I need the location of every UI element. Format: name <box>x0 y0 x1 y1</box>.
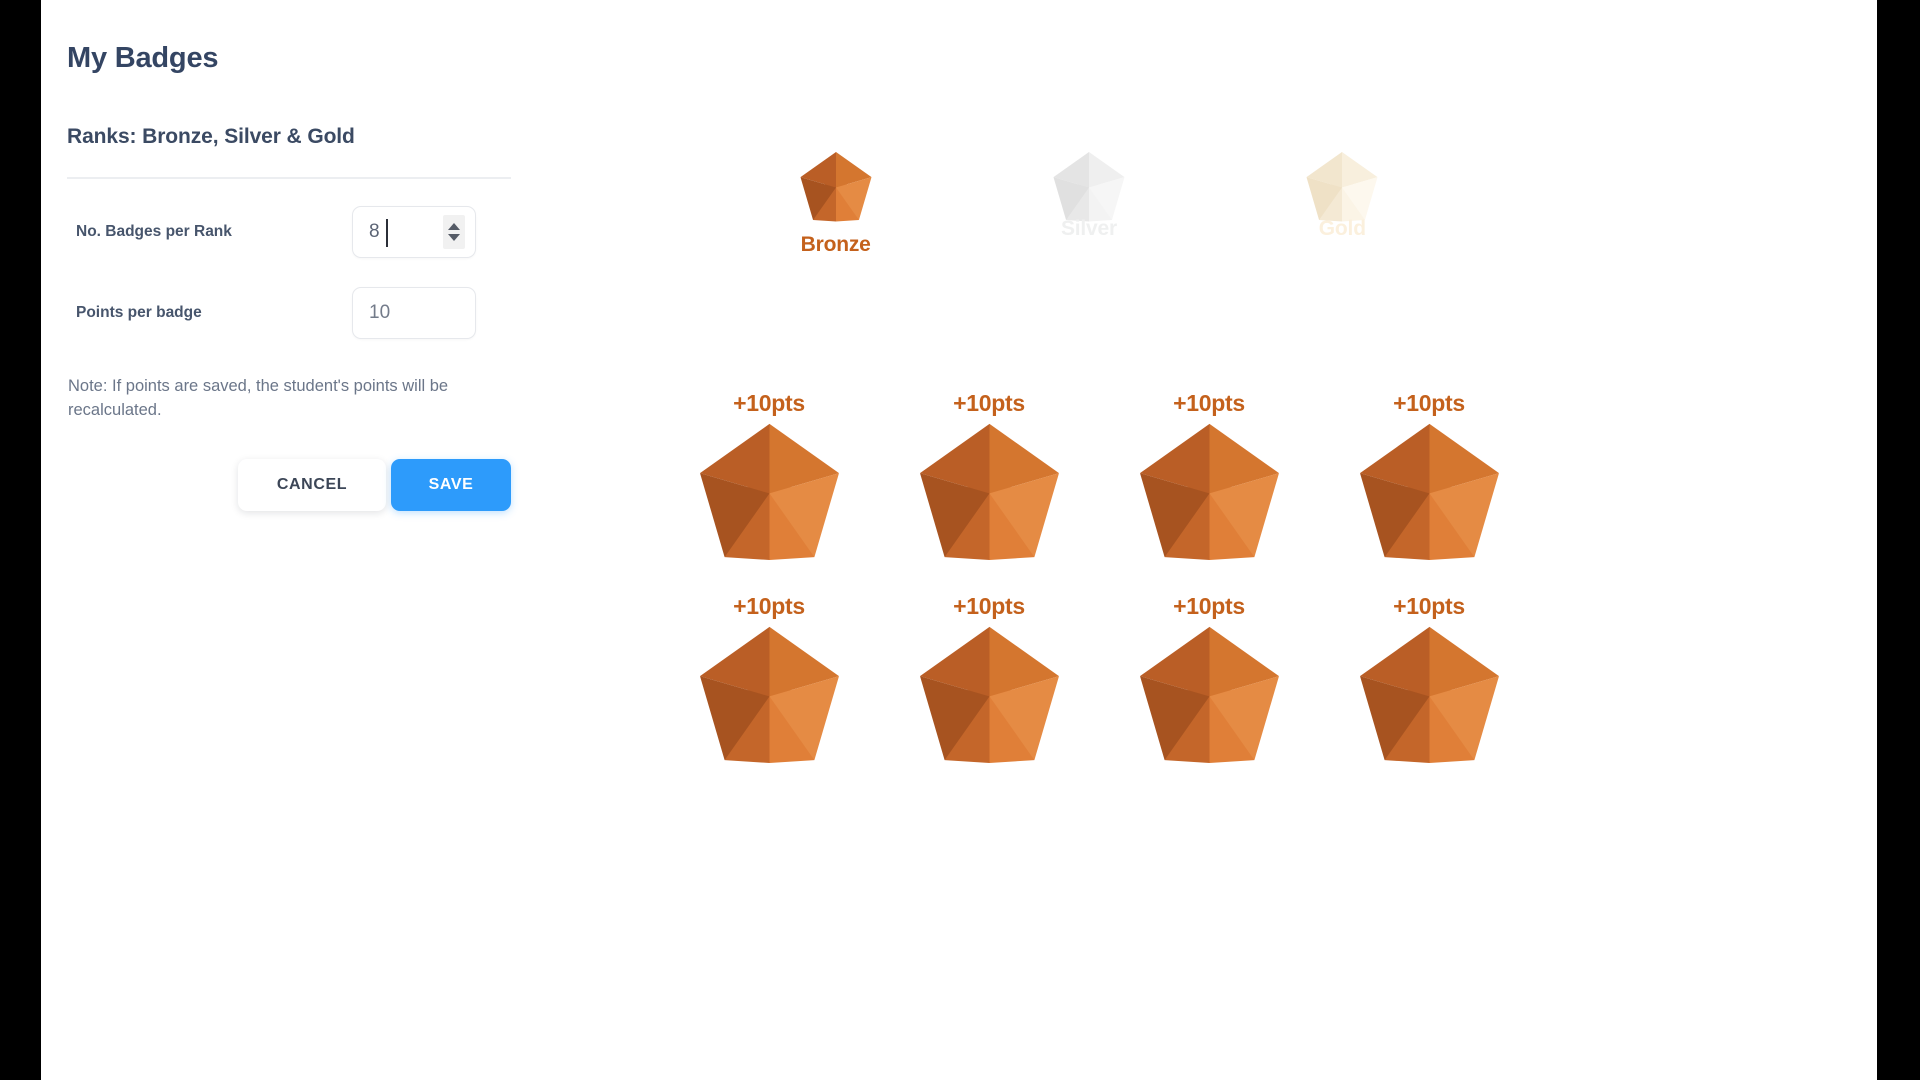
stepper-down-icon[interactable] <box>448 234 460 241</box>
ranks-row: Bronze Silver Gold <box>709 150 1469 257</box>
badge-item[interactable]: +10pts <box>1319 593 1539 763</box>
rank-item-bronze[interactable]: Bronze <box>709 150 962 257</box>
text-cursor <box>386 219 388 247</box>
rank-star-wrap-gold <box>1305 150 1379 222</box>
page-title: My Badges <box>67 42 219 74</box>
badge-points-label: +10pts <box>953 593 1025 619</box>
star-icon <box>699 626 839 763</box>
rank-label-bronze: Bronze <box>800 233 871 256</box>
star-icon <box>1306 151 1378 222</box>
quantity-stepper[interactable] <box>443 215 465 249</box>
badge-points-label: +10pts <box>733 390 805 416</box>
field-row-badges-per-rank: No. Badges per Rank <box>67 206 537 258</box>
stepper-up-icon[interactable] <box>448 223 460 230</box>
points-per-badge-label: Points per badge <box>76 304 202 321</box>
badge-item[interactable]: +10pts <box>1099 593 1319 763</box>
rank-label-silver: Silver <box>1060 217 1117 240</box>
star-icon <box>919 626 1059 763</box>
badge-item[interactable]: +10pts <box>1099 390 1319 560</box>
badge-points-label: +10pts <box>1393 390 1465 416</box>
save-button[interactable]: SAVE <box>391 458 511 511</box>
rank-star-wrap-silver <box>1052 150 1126 222</box>
screen-root: My Badges Ranks: Bronze, Silver & Gold N… <box>0 0 1920 1080</box>
badge-grid: +10pts +10pts +10pts +10pts +10pts +10pt… <box>659 390 1539 763</box>
badge-points-label: +10pts <box>1393 593 1465 619</box>
badges-per-rank-input[interactable] <box>353 207 431 257</box>
star-icon <box>699 423 839 560</box>
star-icon <box>1139 423 1279 560</box>
star-icon <box>800 151 872 222</box>
badge-item[interactable]: +10pts <box>879 390 1099 560</box>
star-icon <box>1053 151 1125 222</box>
badge-preview-area: Bronze Silver Gold +10pts +10pts +10pts … <box>541 0 1877 1080</box>
rank-item-gold[interactable]: Gold <box>1216 150 1469 257</box>
points-per-badge-input[interactable] <box>353 288 431 338</box>
badge-item[interactable]: +10pts <box>879 593 1099 763</box>
badge-item[interactable]: +10pts <box>659 390 879 560</box>
star-icon <box>1139 626 1279 763</box>
section-title: Ranks: Bronze, Silver & Gold <box>67 125 355 148</box>
cancel-button[interactable]: CANCEL <box>238 458 386 511</box>
badge-item[interactable]: +10pts <box>1319 390 1539 560</box>
badge-row: +10pts +10pts +10pts +10pts <box>659 390 1539 560</box>
star-icon <box>1359 626 1499 763</box>
badge-points-label: +10pts <box>1173 390 1245 416</box>
badges-per-rank-control[interactable] <box>352 206 476 258</box>
section-divider <box>67 177 511 179</box>
badge-row: +10pts +10pts +10pts +10pts <box>659 593 1539 763</box>
badge-settings-panel: My Badges Ranks: Bronze, Silver & Gold N… <box>67 42 537 511</box>
page-canvas: My Badges Ranks: Bronze, Silver & Gold N… <box>41 0 1877 1080</box>
star-icon <box>919 423 1059 560</box>
star-icon <box>1359 423 1499 560</box>
badge-points-label: +10pts <box>733 593 805 619</box>
rank-label-gold: Gold <box>1318 217 1366 240</box>
badge-points-label: +10pts <box>1173 593 1245 619</box>
rank-item-silver[interactable]: Silver <box>962 150 1215 257</box>
points-per-badge-control[interactable] <box>352 287 476 339</box>
field-row-points-per-badge: Points per badge <box>67 287 537 339</box>
badge-item[interactable]: +10pts <box>659 593 879 763</box>
recalculation-note: Note: If points are saved, the student's… <box>68 377 449 420</box>
badges-per-rank-label: No. Badges per Rank <box>76 223 232 240</box>
rank-star-wrap-bronze <box>799 150 873 222</box>
badge-points-label: +10pts <box>953 390 1025 416</box>
form-actions: CANCEL SAVE <box>67 458 511 511</box>
